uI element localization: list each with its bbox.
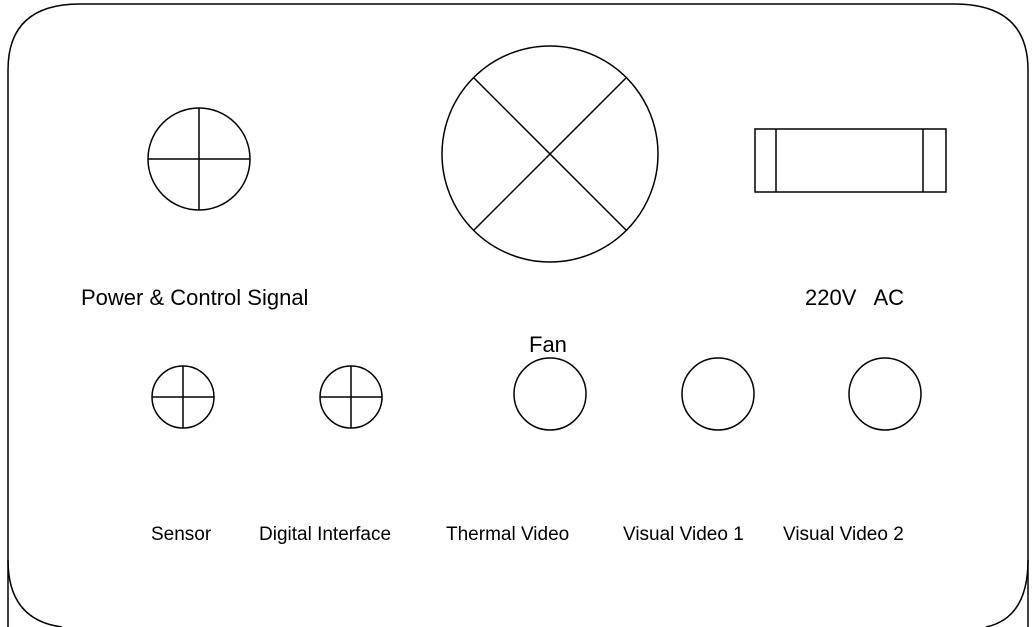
ac-socket-icon <box>754 128 947 193</box>
sensor-connector-icon <box>151 365 215 429</box>
sensor-label: Sensor <box>151 524 212 545</box>
visual-video-2-label: Visual Video 2 <box>783 524 904 545</box>
visual-video-1-label: Visual Video 1 <box>623 524 744 545</box>
thermal-video-connector-icon <box>513 357 587 431</box>
fan-icon <box>441 45 659 263</box>
power-control-connector-icon <box>147 107 251 211</box>
panel-corner-bottom-left <box>7 559 63 627</box>
thermal-video-label: Thermal Video <box>446 524 570 545</box>
digital-interface-connector-icon <box>319 365 383 429</box>
power-control-label: Power & Control Signal <box>81 285 309 310</box>
ac-label: 220V AC <box>805 285 905 310</box>
panel-corner-bottom-right <box>985 559 1029 627</box>
visual-video-2-connector-icon <box>848 357 922 431</box>
fan-label: Fan <box>529 332 567 357</box>
visual-video-1-connector-icon <box>681 357 755 431</box>
digital-interface-label: Digital Interface <box>259 524 392 545</box>
